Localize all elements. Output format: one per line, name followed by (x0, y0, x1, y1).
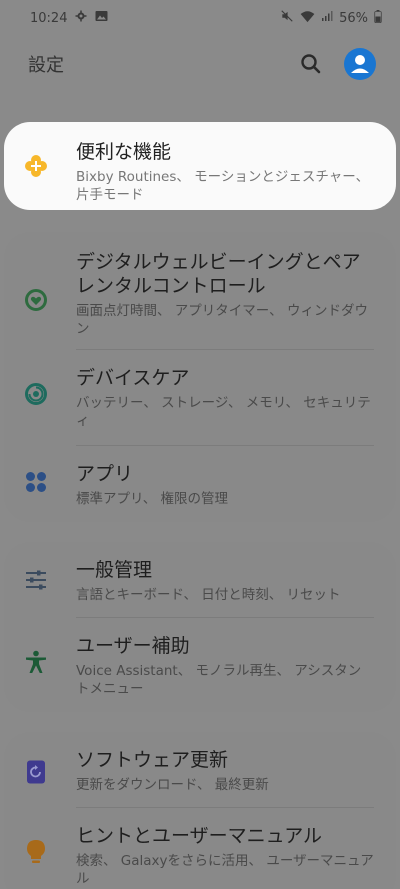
settings-card-2: デジタルウェルビーイングとペアレンタルコントロール 画面点灯時間、 アプリタイマ… (4, 232, 396, 522)
heart-circle-icon (24, 288, 48, 312)
wifi-icon (300, 10, 315, 27)
item-subtitle: 検索、 Galaxyをさらに活用、 ユーザーマニュアル (76, 853, 374, 887)
settings-item-software-update[interactable]: ソフトウェア更新 更新をダウンロード、 最終更新 (4, 732, 396, 808)
settings-item-device-care[interactable]: デバイスケア バッテリー、 ストレージ、 メモリ、 セキュリティ (4, 350, 396, 446)
search-button[interactable] (298, 51, 324, 77)
item-title: デジタルウェルビーイングとペアレンタルコントロール (76, 251, 361, 297)
account-avatar[interactable] (344, 48, 376, 80)
settings-gear-icon (75, 10, 87, 26)
settings-item-apps[interactable]: アプリ 標準アプリ、 権限の管理 (4, 446, 396, 522)
battery-percent: 56% (339, 10, 368, 26)
page-title: 設定 (28, 55, 64, 76)
mute-icon (280, 9, 294, 27)
status-time: 10:24 (30, 10, 68, 26)
item-title: 一般管理 (76, 559, 153, 581)
header-actions (298, 48, 376, 80)
header: 設定 (0, 36, 400, 92)
item-title: ヒントとユーザーマニュアル (76, 825, 323, 847)
lightbulb-icon (24, 840, 48, 864)
settings-item-general-management[interactable]: 一般管理 言語とキーボード、 日付と時刻、 リセット (4, 542, 396, 618)
settings-item-accessibility[interactable]: ユーザー補助 Voice Assistant、 モノラル再生、 アシスタントメニ… (4, 618, 396, 712)
item-title: アプリ (76, 463, 134, 485)
item-subtitle: バッテリー、 ストレージ、 メモリ、 セキュリティ (76, 395, 371, 429)
item-subtitle: 更新をダウンロード、 最終更新 (76, 777, 269, 793)
battery-icon (374, 9, 382, 27)
gallery-icon (95, 10, 108, 26)
search-icon (301, 54, 321, 74)
status-right: 56% (280, 9, 382, 27)
item-title: デバイスケア (76, 367, 190, 389)
device-care-icon (24, 382, 48, 406)
item-subtitle: Voice Assistant、 モノラル再生、 アシスタントメニュー (76, 663, 362, 697)
item-subtitle: 言語とキーボード、 日付と時刻、 リセット (76, 587, 341, 603)
settings-item-tips-manual[interactable]: ヒントとユーザーマニュアル 検索、 Galaxyをさらに活用、 ユーザーマニュア… (4, 808, 396, 889)
status-bar: 10:24 56% (0, 0, 400, 36)
settings-item-advanced-features[interactable]: 便利な機能 Bixby Routines、 モーションとジェスチャー、 片手モー… (4, 122, 396, 210)
apps-dots-icon (24, 470, 48, 494)
settings-card-1: 便利な機能 Bixby Routines、 モーションとジェスチャー、 片手モー… (4, 122, 396, 210)
settings-card-3: 一般管理 言語とキーボード、 日付と時刻、 リセット ユーザー補助 Voice … (4, 542, 396, 712)
status-left: 10:24 (30, 10, 108, 26)
settings-item-digital-wellbeing[interactable]: デジタルウェルビーイングとペアレンタルコントロール 画面点灯時間、 アプリタイマ… (4, 232, 396, 350)
software-update-icon (24, 760, 48, 784)
accessibility-icon (24, 650, 48, 674)
plus-flower-icon (24, 154, 48, 178)
settings-card-4: ソフトウェア更新 更新をダウンロード、 最終更新 ヒントとユーザーマニュアル 検… (4, 732, 396, 889)
person-icon (351, 55, 369, 73)
item-subtitle: 標準アプリ、 権限の管理 (76, 491, 228, 507)
item-subtitle: 画面点灯時間、 アプリタイマー、 ウィンドダウン (76, 303, 368, 337)
item-title: 便利な機能 (76, 141, 172, 163)
item-title: ソフトウェア更新 (76, 749, 229, 771)
item-subtitle: Bixby Routines、 モーションとジェスチャー、 片手モード (76, 169, 370, 203)
sliders-icon (24, 568, 48, 592)
signal-icon (321, 10, 333, 26)
item-title: ユーザー補助 (76, 635, 190, 657)
